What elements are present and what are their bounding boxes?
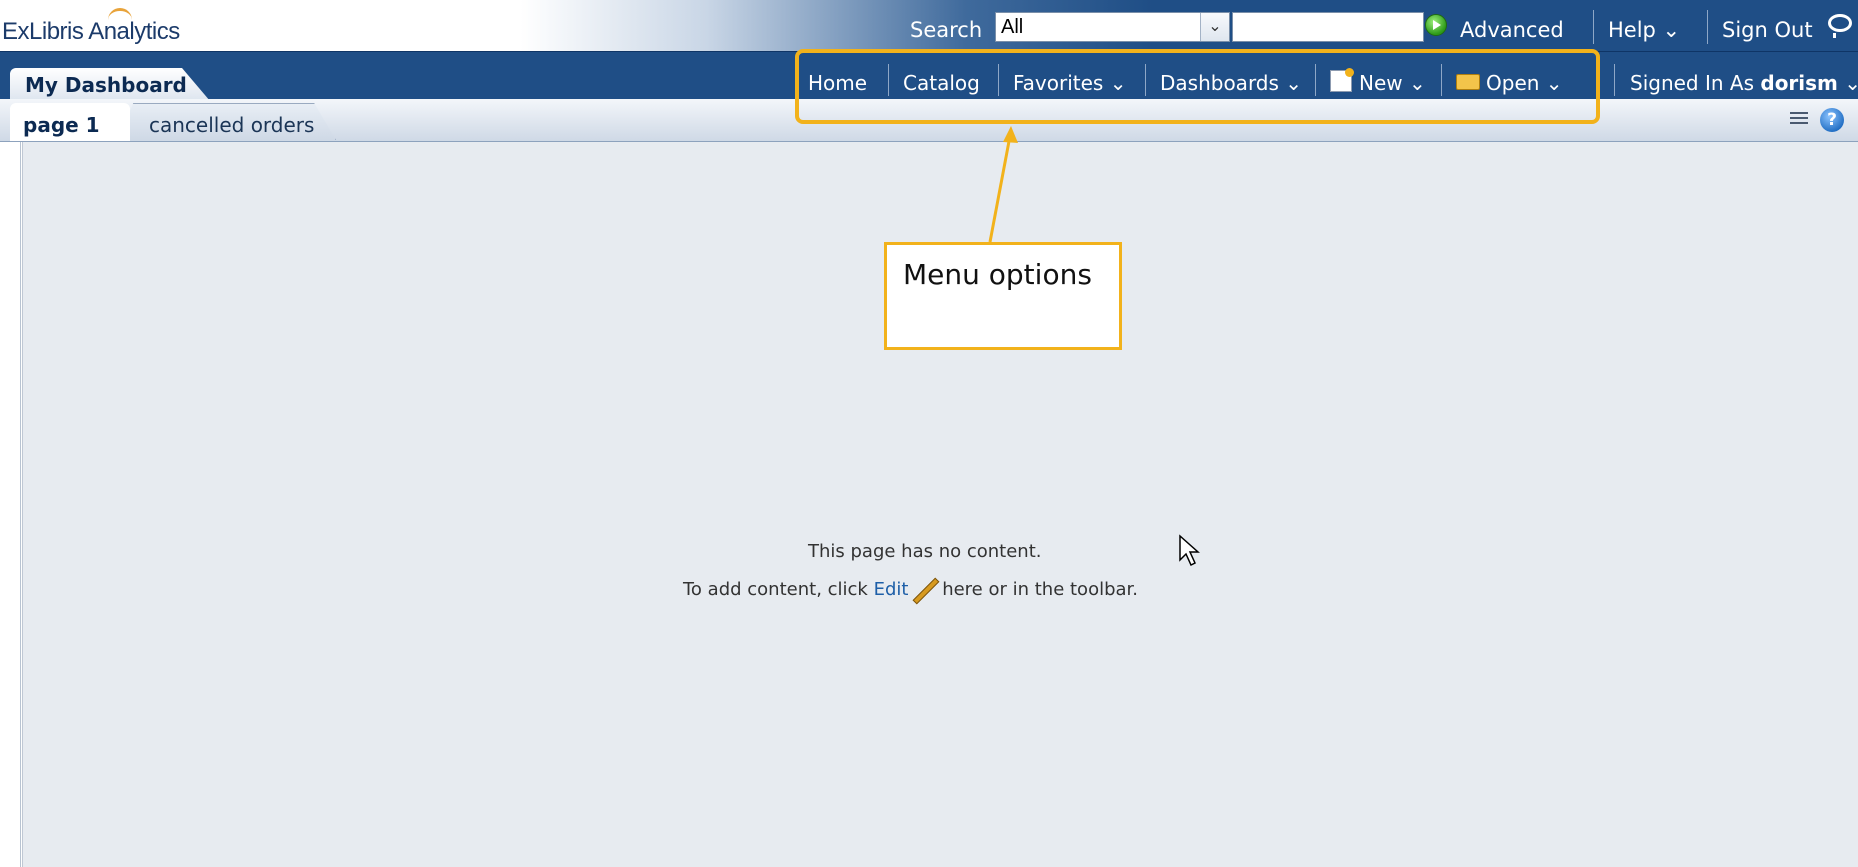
search-input[interactable] — [1232, 12, 1424, 42]
page-options-icon[interactable] — [1790, 112, 1810, 128]
search-scope-select[interactable]: All ⌄ — [995, 12, 1230, 42]
hint-prefix: To add content, click — [683, 579, 868, 600]
tab-label: cancelled orders — [149, 113, 315, 137]
menu-highlight-box — [795, 49, 1600, 124]
help-menu[interactable]: Help ⌄ — [1608, 18, 1680, 42]
tab-page-1[interactable]: page 1 — [10, 103, 130, 141]
add-content-hint: To add content, click Edit here or in th… — [683, 578, 1138, 602]
dashboard-title: My Dashboard — [25, 73, 187, 97]
sign-out-link[interactable]: Sign Out — [1722, 18, 1813, 42]
search-scope-value: All — [1001, 16, 1024, 38]
advanced-search-link[interactable]: Advanced — [1460, 18, 1564, 42]
user-name: dorism — [1760, 71, 1838, 95]
divider — [1707, 10, 1708, 44]
signed-in-prefix: Signed In As — [1630, 71, 1755, 95]
left-gutter — [0, 142, 21, 867]
hint-suffix: here or in the toolbar. — [942, 579, 1139, 600]
logo-text: ExLibris Analytics — [2, 18, 180, 45]
tab-cancelled-orders[interactable]: cancelled orders — [118, 103, 336, 140]
top-header: ExLibris Analytics Search All ⌄ Advanced… — [0, 0, 1858, 52]
search-go-icon[interactable] — [1425, 14, 1447, 36]
divider — [1614, 64, 1615, 96]
callout-text: Menu options — [903, 258, 1092, 291]
tab-label: page 1 — [23, 113, 100, 137]
help-icon[interactable]: ? — [1820, 108, 1844, 132]
dashboard-title-tab[interactable]: My Dashboard — [10, 68, 210, 101]
divider — [1593, 10, 1594, 44]
chevron-down-icon[interactable]: ⌄ — [1200, 13, 1229, 41]
signed-in-user-menu[interactable]: Signed In As dorism ⌄ — [1630, 71, 1858, 95]
logo-arc-icon — [108, 8, 132, 25]
exlibris-logo[interactable]: ExLibris Analytics — [2, 8, 180, 46]
pencil-icon[interactable] — [908, 578, 936, 602]
search-label: Search — [910, 18, 983, 42]
chevron-down-icon: ⌄ — [1844, 71, 1858, 95]
edit-link[interactable]: Edit — [874, 579, 909, 600]
empty-page-message: This page has no content. — [808, 541, 1042, 562]
oracle-bubble-icon — [1828, 14, 1852, 38]
callout-box: Menu options — [884, 242, 1122, 350]
